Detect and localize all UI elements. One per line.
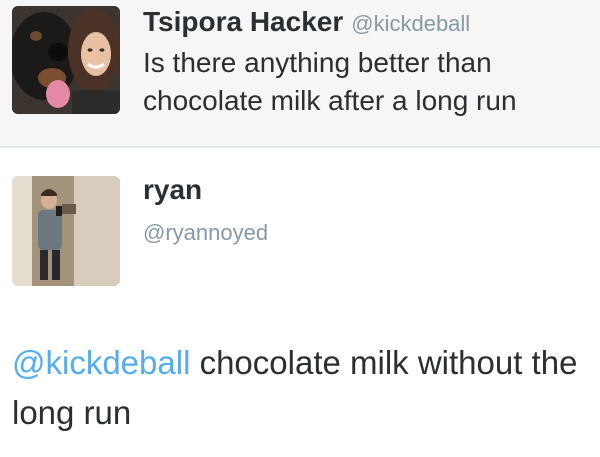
tweet-text: @kickdeball chocolate milk without the l… [12,338,582,438]
avatar[interactable] [12,176,120,286]
handle[interactable]: @ryannoyed [143,220,268,246]
mention-link[interactable]: @kickdeball [12,344,190,381]
tweet-header: Tsipora Hacker @kickdeball [143,6,470,38]
tweet-original[interactable]: Tsipora Hacker @kickdeball Is there anyth… [0,0,600,146]
avatar-photo-mirror-selfie [12,176,120,286]
avatar[interactable] [12,6,120,114]
tweet-screenshot: Tsipora Hacker @kickdeball Is there anyth… [0,0,600,457]
display-name[interactable]: ryan [143,174,202,206]
tweet-text: Is there anything better than chocolate … [143,47,517,116]
tweet-reply[interactable]: ryan @ryannoyed @kickdeball chocolate mi… [0,148,600,457]
display-name[interactable]: Tsipora Hacker [143,6,343,37]
avatar-photo-dog-and-woman [12,6,120,114]
handle[interactable]: @kickdeball [351,11,470,36]
